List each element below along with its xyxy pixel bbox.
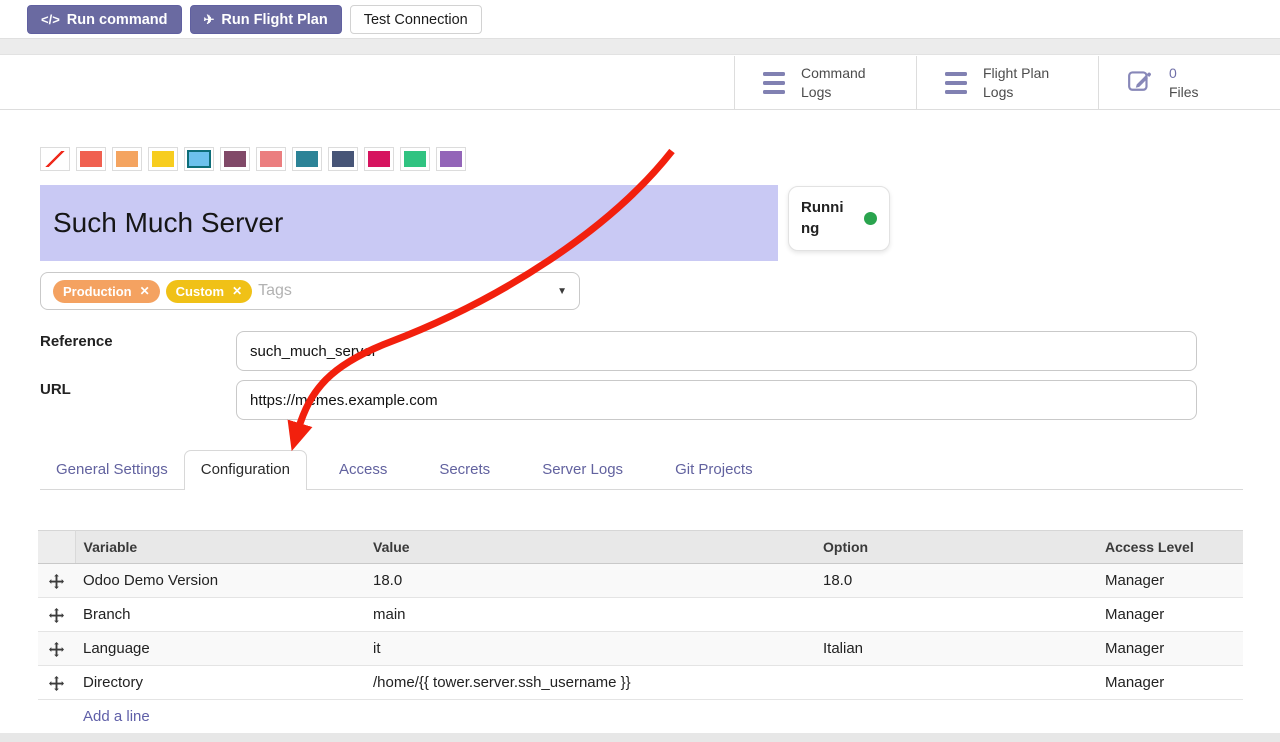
tags-placeholder: Tags (258, 282, 292, 300)
run-command-label: Run command (67, 12, 168, 28)
reference-input[interactable] (236, 331, 1197, 371)
drag-handle-icon[interactable] (38, 598, 75, 632)
swatch-yellow[interactable] (148, 147, 178, 171)
add-line-row: Add a line (38, 700, 1243, 734)
command-logs-button[interactable]: Command Logs (734, 56, 916, 109)
cell-option[interactable] (815, 666, 1097, 700)
table-row: Language it Italian Manager (38, 632, 1243, 666)
stat-buttons: Command Logs Flight Plan Logs 0 Files (734, 56, 1280, 109)
swatch-crimson[interactable] (364, 147, 394, 171)
reference-label: Reference (40, 333, 113, 350)
tags-field[interactable]: Production ✕ Custom ✕ Tags ▼ (40, 272, 580, 310)
run-command-button[interactable]: </> Run command (27, 5, 182, 34)
tag-remove-icon[interactable]: ✕ (232, 285, 242, 297)
flight-plan-logs-label: Flight Plan Logs (983, 64, 1049, 100)
cell-value[interactable]: /home/{{ tower.server.ssh_username }} (365, 666, 815, 700)
swatch-teal[interactable] (292, 147, 322, 171)
tag-production: Production ✕ (53, 280, 160, 303)
column-header-option: Option (815, 531, 1097, 564)
status-toggle-button[interactable]: Running (788, 186, 890, 251)
test-connection-label: Test Connection (364, 12, 468, 28)
tag-custom-label: Custom (176, 284, 224, 299)
column-header-access-level: Access Level (1097, 531, 1243, 564)
drag-handle-icon[interactable] (38, 564, 75, 598)
flight-plan-logs-button[interactable]: Flight Plan Logs (916, 56, 1098, 109)
list-lines-icon (945, 69, 967, 96)
run-flight-plan-label: Run Flight Plan (221, 12, 327, 28)
cell-access-level[interactable]: Manager (1097, 598, 1243, 632)
test-connection-button[interactable]: Test Connection (350, 5, 482, 34)
command-logs-label: Command Logs (801, 64, 866, 100)
files-button[interactable]: 0 Files (1098, 56, 1280, 109)
swatch-light-blue-selected[interactable] (184, 147, 214, 171)
color-picker (40, 147, 466, 171)
cell-option[interactable]: Italian (815, 632, 1097, 666)
swatch-green[interactable] (400, 147, 430, 171)
record-title-field[interactable]: Such Much Server (40, 185, 778, 261)
url-label: URL (40, 381, 71, 398)
cell-access-level[interactable]: Manager (1097, 632, 1243, 666)
action-bar: </> Run command ✈ Run Flight Plan Test C… (27, 5, 482, 34)
url-input[interactable] (236, 380, 1197, 420)
swatch-orange[interactable] (112, 147, 142, 171)
code-icon: </> (41, 12, 60, 27)
swatch-salmon[interactable] (256, 147, 286, 171)
list-lines-icon (763, 69, 785, 96)
cell-variable[interactable]: Directory (75, 666, 365, 700)
plane-icon: ✈ (204, 12, 215, 28)
run-flight-plan-button[interactable]: ✈ Run Flight Plan (190, 5, 342, 34)
cell-value[interactable]: it (365, 632, 815, 666)
page-background-strip (0, 38, 1280, 55)
edit-square-icon (1127, 67, 1153, 98)
cell-variable[interactable]: Branch (75, 598, 365, 632)
swatch-purple[interactable] (436, 147, 466, 171)
drag-handle-icon[interactable] (38, 666, 75, 700)
add-a-line-link[interactable]: Add a line (38, 700, 1243, 734)
tag-custom: Custom ✕ (166, 280, 252, 303)
swatch-red[interactable] (76, 147, 106, 171)
cell-value[interactable]: 18.0 (365, 564, 815, 598)
swatch-no-color[interactable] (40, 147, 70, 171)
table-header-row: Variable Value Option Access Level (38, 531, 1243, 564)
cell-option[interactable] (815, 598, 1097, 632)
tab-git-projects[interactable]: Git Projects (659, 451, 769, 489)
cell-access-level[interactable]: Manager (1097, 666, 1243, 700)
tab-server-logs[interactable]: Server Logs (526, 451, 639, 489)
table-row: Directory /home/{{ tower.server.ssh_user… (38, 666, 1243, 700)
tab-general-settings[interactable]: General Settings (40, 451, 184, 489)
configuration-table: Variable Value Option Access Level Odoo … (38, 530, 1243, 734)
column-header-value: Value (365, 531, 815, 564)
cell-access-level[interactable]: Manager (1097, 564, 1243, 598)
status-label: Running (801, 198, 847, 239)
notebook-tabs: General Settings Configuration Access Se… (40, 451, 1243, 490)
swatch-navy[interactable] (328, 147, 358, 171)
tag-production-label: Production (63, 284, 132, 299)
cell-variable[interactable]: Language (75, 632, 365, 666)
files-label: 0 Files (1169, 64, 1199, 100)
table-row: Branch main Manager (38, 598, 1243, 632)
cell-variable[interactable]: Odoo Demo Version (75, 564, 365, 598)
tab-configuration[interactable]: Configuration (184, 450, 307, 490)
bottom-background-strip (0, 733, 1280, 742)
drag-handle-icon[interactable] (38, 632, 75, 666)
tab-access[interactable]: Access (323, 451, 403, 489)
status-dot-icon (864, 212, 877, 225)
form-header: Command Logs Flight Plan Logs 0 Files (0, 56, 1280, 110)
swatch-dark-purple[interactable] (220, 147, 250, 171)
cell-option[interactable]: 18.0 (815, 564, 1097, 598)
tag-remove-icon[interactable]: ✕ (140, 285, 150, 297)
cell-value[interactable]: main (365, 598, 815, 632)
tab-secrets[interactable]: Secrets (423, 451, 506, 489)
chevron-down-icon[interactable]: ▼ (557, 286, 567, 297)
table-row: Odoo Demo Version 18.0 18.0 Manager (38, 564, 1243, 598)
handle-column-header (38, 531, 75, 564)
column-header-variable: Variable (75, 531, 365, 564)
record-title: Such Much Server (53, 207, 283, 239)
